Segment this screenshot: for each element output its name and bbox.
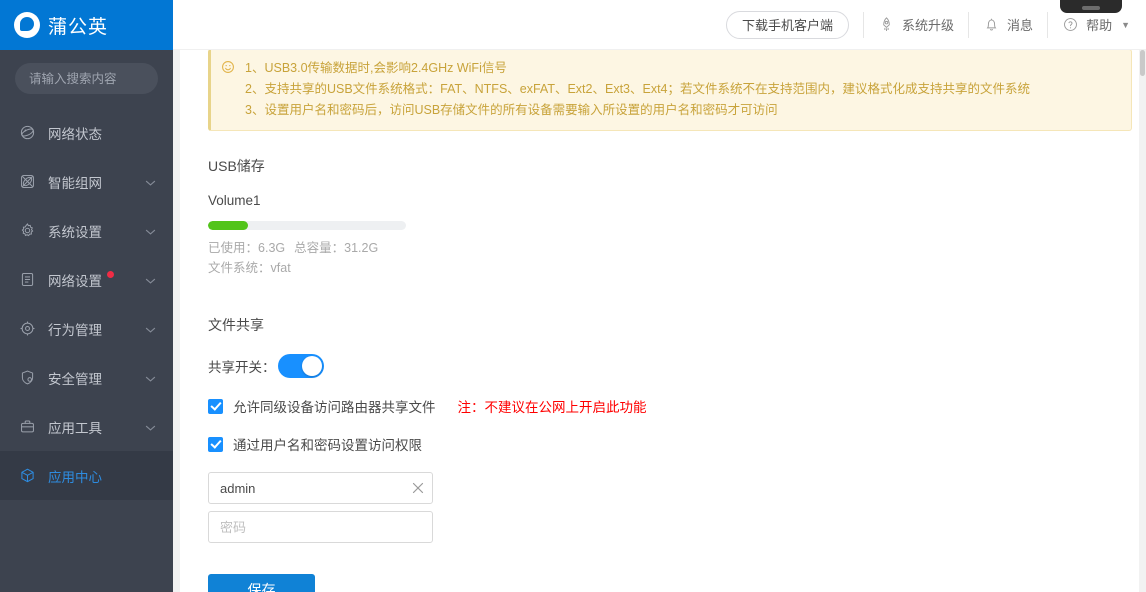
auth-access-checkbox[interactable] <box>208 437 223 452</box>
file-share-title: 文件共享 <box>208 315 1139 335</box>
browser-chip-overlay <box>1060 0 1122 13</box>
share-switch-label: 共享开关： <box>208 356 276 376</box>
badge-dot <box>107 271 114 278</box>
search-input[interactable] <box>15 72 194 86</box>
globe-icon <box>17 123 37 143</box>
download-app-button[interactable]: 下载手机客户端 <box>726 11 849 39</box>
volume-name: Volume1 <box>208 193 1139 208</box>
sidebar-item-label: 智能组网 <box>48 172 102 192</box>
sidebar-search <box>0 50 173 104</box>
sidebar-item-security-management[interactable]: 安全管理 <box>0 353 173 402</box>
usb-storage-title: USB储存 <box>208 156 1139 176</box>
divider <box>968 12 969 38</box>
content-card: 1、USB3.0传输数据时,会影响2.4GHz WiFi信号 2、支持共享的US… <box>180 50 1139 592</box>
divider <box>863 12 864 38</box>
toggle-knob <box>302 356 322 376</box>
sidebar: 蒲公英 网络状态 <box>0 0 173 592</box>
target-icon <box>17 319 37 339</box>
dandelion-logo-icon <box>14 12 40 38</box>
divider <box>1047 12 1048 38</box>
share-switch-row: 共享开关： <box>208 354 1139 378</box>
notice-line: 3、设置用户名和密码后，访问USB存储文件的所有设备需要输入所设置的用户名和密码… <box>245 100 1030 121</box>
system-upgrade-button[interactable]: 系统升级 <box>878 15 954 34</box>
chevron-down-icon <box>145 321 156 336</box>
bell-icon <box>983 16 1000 33</box>
username-input[interactable] <box>209 481 404 496</box>
used-value: 6.3G <box>258 241 285 255</box>
sidebar-item-app-center[interactable]: 应用中心 <box>0 451 173 500</box>
briefcase-icon <box>17 417 37 437</box>
peer-access-label: 允许同级设备访问路由器共享文件 <box>233 396 436 416</box>
share-toggle-switch[interactable] <box>278 354 324 378</box>
chevron-down-icon <box>145 223 156 238</box>
sidebar-nav: 网络状态 智能组网 <box>0 108 173 500</box>
scrollbar-thumb[interactable] <box>1140 50 1145 76</box>
sidebar-item-smart-networking[interactable]: 智能组网 <box>0 157 173 206</box>
used-label: 已使用： <box>208 241 258 255</box>
search-box[interactable] <box>15 63 158 94</box>
chevron-down-icon <box>145 419 156 434</box>
notice-list: 1、USB3.0传输数据时,会影响2.4GHz WiFi信号 2、支持共享的US… <box>245 58 1030 121</box>
peer-access-checkbox[interactable] <box>208 399 223 414</box>
help-button[interactable]: 帮助 ▼ <box>1062 15 1130 34</box>
cube-icon <box>17 466 37 486</box>
password-input[interactable] <box>209 520 432 535</box>
smiley-icon <box>221 58 237 121</box>
top-header: 下载手机客户端 系统升级 <box>173 0 1146 50</box>
sidebar-item-system-settings[interactable]: 系统设置 <box>0 206 173 255</box>
sidebar-item-app-tools[interactable]: 应用工具 <box>0 402 173 451</box>
auth-access-row: 通过用户名和密码设置访问权限 <box>208 434 1139 454</box>
chevron-down-icon <box>145 272 156 287</box>
main-area: 下载手机客户端 系统升级 <box>173 0 1146 592</box>
chip-handle-icon <box>1082 6 1100 10</box>
notice-banner: 1、USB3.0传输数据时,会影响2.4GHz WiFi信号 2、支持共享的US… <box>208 50 1132 131</box>
notice-line: 2、支持共享的USB文件系统格式：FAT、NTFS、exFAT、Ext2、Ext… <box>245 79 1030 100</box>
network-icon <box>17 172 37 192</box>
password-field[interactable] <box>208 511 433 543</box>
storage-usage-text: 已使用：6.3G 总容量：31.2G 文件系统：vfat <box>208 238 1139 278</box>
messages-label: 消息 <box>1007 15 1033 34</box>
username-field[interactable] <box>208 472 433 504</box>
sidebar-item-behavior-management[interactable]: 行为管理 <box>0 304 173 353</box>
total-value: 31.2G <box>344 241 378 255</box>
sidebar-item-label: 行为管理 <box>48 319 102 339</box>
peer-access-warning: 注：不建议在公网上开启此功能 <box>458 396 647 416</box>
sidebar-item-label: 应用中心 <box>48 466 102 486</box>
storage-usage-fill <box>208 221 248 230</box>
chevron-down-icon: ▼ <box>1121 20 1130 30</box>
brand-header: 蒲公英 <box>0 0 173 50</box>
content-scroll-area: 1、USB3.0传输数据时,会影响2.4GHz WiFi信号 2、支持共享的US… <box>173 50 1146 592</box>
question-circle-icon <box>1062 16 1079 33</box>
messages-button[interactable]: 消息 <box>983 15 1033 34</box>
page-scrollbar[interactable] <box>1138 50 1146 592</box>
close-icon[interactable] <box>404 482 432 494</box>
rocket-icon <box>878 16 895 33</box>
save-button[interactable]: 保存 <box>208 574 315 592</box>
file-share-section: 文件共享 共享开关： 允许同级设备访问路由器共享文件 注：不建议在公网上开启此功… <box>180 315 1139 592</box>
sidebar-item-label: 网络状态 <box>48 123 102 143</box>
sidebar-item-label: 网络设置 <box>48 270 102 290</box>
help-label: 帮助 <box>1086 15 1112 34</box>
app-root: 蒲公英 网络状态 <box>0 0 1146 592</box>
notice-line: 1、USB3.0传输数据时,会影响2.4GHz WiFi信号 <box>245 58 1030 79</box>
usb-storage-section: USB储存 Volume1 已使用：6.3G 总容量：31.2G 文件系统：vfa… <box>180 156 1139 278</box>
sidebar-item-network-status[interactable]: 网络状态 <box>0 108 173 157</box>
gear-icon <box>17 221 37 241</box>
sidebar-item-label: 安全管理 <box>48 368 102 388</box>
total-label: 总容量： <box>294 241 344 255</box>
auth-access-label: 通过用户名和密码设置访问权限 <box>233 434 422 454</box>
sidebar-item-label: 应用工具 <box>48 417 102 437</box>
sidebar-item-label: 系统设置 <box>48 221 102 241</box>
brand-name: 蒲公英 <box>48 12 108 39</box>
filesystem-value: vfat <box>271 261 291 275</box>
sidebar-item-network-settings[interactable]: 网络设置 <box>0 255 173 304</box>
chevron-down-icon <box>145 370 156 385</box>
chevron-down-icon <box>145 174 156 189</box>
shield-icon <box>17 368 37 388</box>
document-icon <box>17 270 37 290</box>
storage-usage-bar <box>208 221 406 230</box>
system-upgrade-label: 系统升级 <box>902 15 954 34</box>
peer-access-row: 允许同级设备访问路由器共享文件 注：不建议在公网上开启此功能 <box>208 396 1139 416</box>
filesystem-label: 文件系统： <box>208 261 271 275</box>
